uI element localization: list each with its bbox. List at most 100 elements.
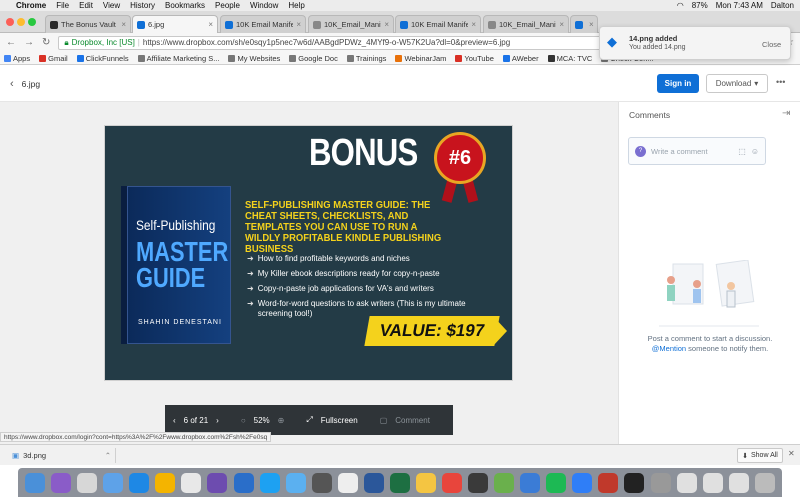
download-item[interactable]: ▣ 3d.png ⌃ bbox=[8, 448, 116, 463]
menu-window[interactable]: Window bbox=[250, 1, 278, 10]
comment-button[interactable]: Comment bbox=[395, 416, 430, 425]
menu-help[interactable]: Help bbox=[288, 1, 304, 10]
dock-app-icon[interactable] bbox=[415, 472, 436, 493]
dock-app-icon[interactable] bbox=[520, 472, 541, 493]
close-tab-icon[interactable]: × bbox=[296, 20, 301, 29]
browser-tab[interactable]: 6.jpg × bbox=[132, 15, 218, 33]
dock-app-icon[interactable] bbox=[598, 472, 619, 493]
close-tab-icon[interactable]: × bbox=[208, 20, 213, 29]
fullscreen-button[interactable]: Fullscreen bbox=[321, 416, 358, 425]
wifi-icon[interactable]: ◠ bbox=[677, 1, 684, 10]
emoji-icon[interactable]: ☺ bbox=[751, 147, 759, 156]
browser-tab[interactable]: 10K_Email_Manife...× bbox=[483, 15, 569, 33]
dock-app-icon[interactable] bbox=[259, 472, 280, 493]
menu-bookmarks[interactable]: Bookmarks bbox=[165, 1, 205, 10]
menu-edit[interactable]: Edit bbox=[79, 1, 93, 10]
zoom-window-button[interactable] bbox=[28, 18, 36, 26]
bookmark-item[interactable]: WebinarJam bbox=[395, 54, 446, 63]
battery-percent[interactable]: 87% bbox=[692, 1, 708, 10]
reload-icon[interactable]: ↻ bbox=[42, 37, 50, 48]
close-tab-icon[interactable]: × bbox=[589, 20, 594, 29]
dock-app-icon[interactable] bbox=[624, 472, 645, 493]
sign-in-button[interactable]: Sign in bbox=[657, 74, 699, 93]
dock-app-icon[interactable] bbox=[754, 472, 775, 493]
show-all-downloads-button[interactable]: ⬇ Show All bbox=[737, 448, 783, 463]
fullscreen-icon[interactable]: ⤢ bbox=[306, 415, 312, 425]
dock-app-icon[interactable] bbox=[77, 472, 98, 493]
dock-app-icon[interactable] bbox=[207, 472, 228, 493]
dock-app-icon[interactable] bbox=[311, 472, 332, 493]
browser-tab[interactable]: 10K_Email_Manife...× bbox=[308, 15, 394, 33]
dock-app-icon[interactable] bbox=[572, 472, 593, 493]
collapse-sidebar-icon[interactable]: ⇥ bbox=[782, 108, 790, 119]
dock-app-icon[interactable] bbox=[546, 472, 567, 493]
bookmark-item[interactable]: AWeber bbox=[502, 54, 539, 63]
dock-app-icon[interactable] bbox=[702, 472, 723, 493]
menu-people[interactable]: People bbox=[215, 1, 240, 10]
close-tab-icon[interactable]: × bbox=[471, 20, 476, 29]
browser-tab[interactable]: 10K Email Manife...× bbox=[395, 15, 481, 33]
zoom-out-icon[interactable]: ○ bbox=[241, 416, 246, 425]
browser-tab[interactable]: The Bonus Vault × bbox=[45, 15, 131, 33]
close-tab-icon[interactable]: × bbox=[121, 20, 126, 29]
user-name[interactable]: Dalton bbox=[771, 1, 794, 10]
dock-app-icon[interactable] bbox=[494, 472, 515, 493]
menu-view[interactable]: View bbox=[103, 1, 120, 10]
dock-app-icon[interactable] bbox=[233, 472, 254, 493]
bookmark-item[interactable]: ClickFunnels bbox=[76, 54, 129, 63]
back-icon[interactable]: ← bbox=[6, 37, 16, 48]
more-options-icon[interactable]: ••• bbox=[776, 77, 785, 87]
dock-app-icon[interactable] bbox=[51, 472, 72, 493]
mention-link[interactable]: @Mention bbox=[652, 344, 686, 353]
dock-app-icon[interactable] bbox=[442, 472, 463, 493]
bookmark-item[interactable]: My Websites bbox=[228, 54, 280, 63]
bookmark-item[interactable]: Apps bbox=[4, 54, 30, 63]
dock-app-icon[interactable] bbox=[389, 472, 410, 493]
close-window-button[interactable] bbox=[6, 18, 14, 26]
bookmark-item[interactable]: MCA: TVC bbox=[547, 54, 592, 63]
close-tab-icon[interactable]: × bbox=[384, 20, 389, 29]
dock-app-icon[interactable] bbox=[363, 472, 384, 493]
dock-app-icon[interactable] bbox=[337, 472, 358, 493]
minimize-window-button[interactable] bbox=[17, 18, 25, 26]
dock-app-icon[interactable] bbox=[728, 472, 749, 493]
bookmark-item[interactable]: Gmail bbox=[39, 54, 68, 63]
chevron-up-icon[interactable]: ⌃ bbox=[105, 451, 111, 460]
dock-app-icon[interactable] bbox=[650, 472, 671, 493]
dropbox-notification[interactable]: ◆ 14.png added You added 14.png Close bbox=[599, 26, 791, 60]
next-page-icon[interactable]: › bbox=[216, 416, 219, 425]
annotation-icon[interactable]: ⬚ bbox=[738, 147, 746, 156]
menu-file[interactable]: File bbox=[56, 1, 69, 10]
notification-close-button[interactable]: Close bbox=[762, 40, 781, 49]
forward-icon[interactable]: → bbox=[24, 37, 34, 48]
tab-title: 10K_Email_Manife... bbox=[499, 20, 556, 29]
bookmark-item[interactable]: Affiliate Marketing S... bbox=[137, 54, 219, 63]
browser-tab[interactable]: 10K Email Manife...× bbox=[220, 15, 306, 33]
chevron-left-icon[interactable]: ‹ bbox=[10, 78, 14, 90]
close-downloads-icon[interactable]: ✕ bbox=[788, 449, 795, 458]
show-all-label: Show All bbox=[751, 452, 778, 459]
bookmark-item[interactable]: Google Doc bbox=[289, 54, 338, 63]
dock-app-icon[interactable] bbox=[25, 472, 46, 493]
dock-app-icon[interactable] bbox=[468, 472, 489, 493]
dock-app-icon[interactable] bbox=[103, 472, 124, 493]
comment-icon[interactable]: ▢ bbox=[380, 416, 388, 425]
dock-app-icon[interactable] bbox=[129, 472, 150, 493]
dock-app-icon[interactable] bbox=[181, 472, 202, 493]
dock-app-icon[interactable] bbox=[676, 472, 697, 493]
close-tab-icon[interactable]: × bbox=[559, 20, 564, 29]
dock-app-icon[interactable] bbox=[285, 472, 306, 493]
comment-input[interactable]: ? Write a comment ⬚ ☺ bbox=[628, 137, 766, 165]
browser-tab[interactable]: 7...× bbox=[570, 15, 598, 33]
bookmark-item[interactable]: Trainings bbox=[346, 54, 386, 63]
zoom-in-icon[interactable]: ⊕ bbox=[278, 416, 285, 425]
dock-app-icon[interactable] bbox=[155, 472, 176, 493]
preview-image: Self-Publishing MASTER GUIDE SHAHIN DENE… bbox=[104, 125, 513, 381]
image-viewer: Self-Publishing MASTER GUIDE SHAHIN DENE… bbox=[0, 102, 618, 444]
menu-app-name[interactable]: Chrome bbox=[16, 1, 46, 10]
download-button[interactable]: Download ▾ bbox=[706, 74, 768, 93]
bookmark-item[interactable]: YouTube bbox=[455, 54, 494, 63]
prev-page-icon[interactable]: ‹ bbox=[173, 416, 176, 425]
menu-history[interactable]: History bbox=[130, 1, 155, 10]
clock[interactable]: Mon 7:43 AM bbox=[716, 1, 763, 10]
